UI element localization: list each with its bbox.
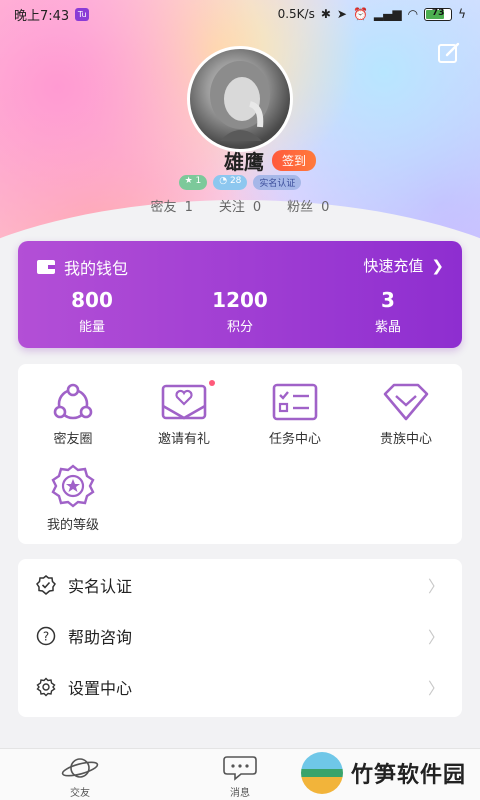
charging-icon: ϟ <box>458 7 466 21</box>
wallet-amethyst[interactable]: 3 紫晶 <box>314 288 462 335</box>
help-question-icon: ? <box>36 626 56 646</box>
avatar-photo <box>210 61 270 141</box>
user-name: 雄鹰 <box>223 150 264 174</box>
network-speed: 0.5K/s <box>277 7 315 21</box>
checkin-button[interactable]: 签到 <box>271 150 316 171</box>
list-item-settings[interactable]: 设置中心 〉 <box>18 662 462 712</box>
settings-gear-icon <box>36 677 56 697</box>
status-time: 晚上7:43 <box>14 8 70 24</box>
watermark-logo <box>300 752 343 794</box>
stat-close-friends[interactable]: 密友 1 <box>151 196 193 215</box>
grid-item-task-center[interactable]: 任务中心 <box>240 382 350 447</box>
chat-bubble-icon <box>223 756 257 781</box>
tab-messages[interactable]: 消息 <box>200 755 280 799</box>
chevron-right-icon: ❯ <box>431 256 444 275</box>
watermark-text: 竹笋软件园 <box>350 763 466 788</box>
watermark: 竹笋软件园 <box>300 752 466 794</box>
list-item-help[interactable]: ? 帮助咨询 〉 <box>18 611 462 661</box>
wallet-icon <box>37 260 55 274</box>
social-stats: 密友 1 关注 0 粉丝 0 <box>0 196 480 215</box>
quick-recharge-button[interactable]: 快速充值 ❯ <box>363 255 444 276</box>
noble-diamond-icon <box>383 383 429 421</box>
avatar[interactable] <box>187 46 293 152</box>
wallet-energy[interactable]: 800 能量 <box>18 288 166 335</box>
stat-fans[interactable]: 粉丝 0 <box>287 196 329 215</box>
circle-friends-icon <box>53 383 93 420</box>
app-notification-icon: Tu <box>75 7 90 21</box>
alarm-icon: ⏰ <box>352 7 368 21</box>
invite-envelope-icon <box>161 384 207 420</box>
grid-item-noble-center[interactable]: 贵族中心 <box>351 382 461 447</box>
signal-icon: ▂▄▆ <box>373 7 402 21</box>
feature-grid: 密友圈 邀请有礼 任务中心 贵族中心 我的等级 <box>18 364 462 544</box>
notification-dot <box>209 380 215 386</box>
chevron-right-icon: 〉 <box>427 679 444 698</box>
grid-item-invite[interactable]: 邀请有礼 <box>129 380 239 447</box>
svg-text:?: ? <box>43 630 49 644</box>
grid-item-friend-circle[interactable]: 密友圈 <box>18 382 128 447</box>
settings-list: 实名认证 〉 ? 帮助咨询 〉 设置中心 〉 <box>18 559 462 717</box>
wallet-points[interactable]: 1200 积分 <box>166 288 314 335</box>
stat-following[interactable]: 关注 0 <box>219 196 261 215</box>
quick-recharge-label: 快速充值 <box>363 257 424 275</box>
task-card-icon <box>272 383 318 421</box>
planet-icon <box>61 758 99 778</box>
tab-make-friends[interactable]: 交友 <box>40 755 120 799</box>
verified-badge: 实名认证 <box>253 175 302 190</box>
status-bar: 晚上7:43 Tu 0.5K/s ✱ ➤ ⏰ ▂▄▆ ◠ 73 ϟ <box>0 0 480 28</box>
grid-item-my-level[interactable]: 我的等级 <box>18 464 128 533</box>
edit-profile-icon[interactable] <box>436 40 462 66</box>
bluetooth-icon: ✱ <box>320 7 331 21</box>
charm-badge: ◔ 28 <box>213 175 248 190</box>
user-badges: ★ 1 ◔ 28 实名认证 <box>0 175 480 190</box>
level-badge: ★ 1 <box>178 175 208 190</box>
chevron-right-icon: 〉 <box>427 577 444 596</box>
chevron-right-icon: 〉 <box>427 628 444 647</box>
location-icon: ➤ <box>336 7 347 21</box>
wifi-icon: ◠ <box>407 7 419 21</box>
verified-badge-icon <box>36 575 56 595</box>
list-item-real-name[interactable]: 实名认证 〉 <box>18 560 462 610</box>
battery-icon: 73 <box>424 7 453 21</box>
wallet-title: 我的钱包 <box>64 259 129 278</box>
level-medal-icon <box>51 464 95 508</box>
wallet-card[interactable]: 我的钱包 快速充值 ❯ 800 能量 1200 积分 3 紫晶 <box>18 241 462 348</box>
battery-level: 73 <box>431 7 445 18</box>
